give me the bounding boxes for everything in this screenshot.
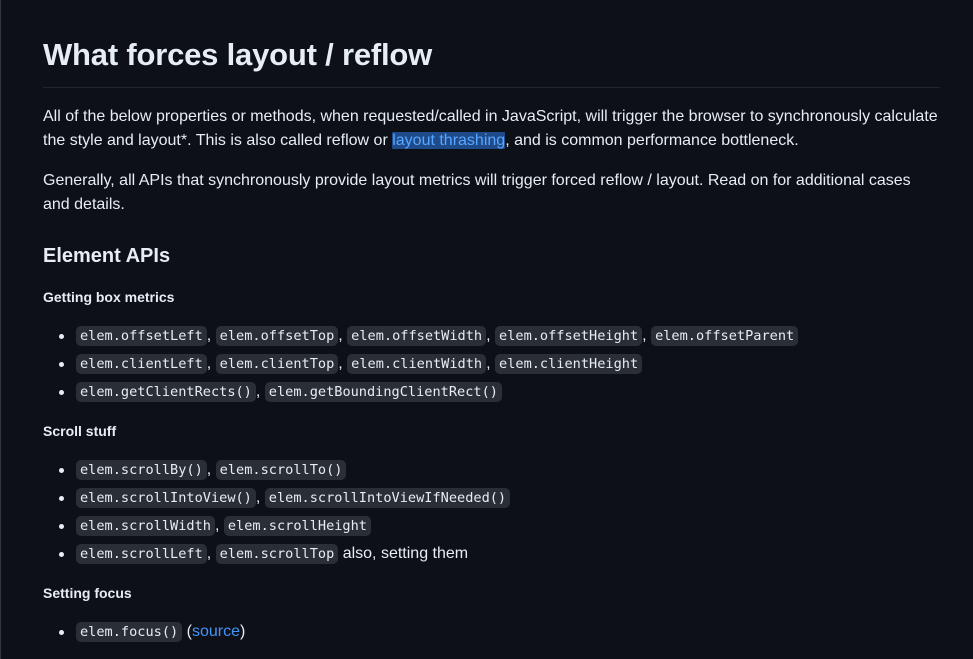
bullet-icon <box>59 552 64 557</box>
markdown-body: What forces layout / reflow All of the b… <box>43 0 940 646</box>
page-left-border <box>0 0 1 659</box>
code-span: elem.scrollTop <box>215 544 339 564</box>
bullet-icon <box>59 496 64 501</box>
code-span: elem.focus() <box>76 622 183 642</box>
source-link[interactable]: source <box>192 623 240 640</box>
code-span: elem.clientWidth <box>347 354 487 374</box>
setting-focus-list: elem.focus() (source) <box>43 618 940 646</box>
code-span: elem.clientLeft <box>76 354 207 374</box>
paren-close: ) <box>240 623 246 640</box>
separator-comma: , <box>206 355 212 372</box>
code-span: elem.offsetLeft <box>76 326 207 346</box>
separator-comma: , <box>206 545 212 562</box>
element-apis-heading: Element APIs <box>43 245 171 267</box>
separator-comma: , <box>206 327 212 344</box>
code-span: elem.offsetTop <box>215 326 339 346</box>
code-span: elem.offsetParent <box>651 326 799 346</box>
separator-comma: , <box>338 327 343 344</box>
list-item: elem.offsetLeft, elem.offsetTop, elem.of… <box>43 322 940 350</box>
bullet-icon <box>59 468 64 473</box>
code-span: elem.scrollBy() <box>76 460 207 480</box>
scroll-stuff-list: elem.scrollBy(), elem.scrollTo() elem.scr… <box>43 456 940 568</box>
code-span: elem.clientHeight <box>495 354 643 374</box>
code-span: elem.getBoundingClientRect() <box>264 382 502 402</box>
page-title: What forces layout / reflow <box>43 0 940 88</box>
code-span: elem.offsetHeight <box>495 326 643 346</box>
intro-paragraph: All of the below properties or methods, … <box>43 105 940 153</box>
box-metrics-list: elem.offsetLeft, elem.offsetTop, elem.of… <box>43 322 940 406</box>
code-span: elem.offsetWidth <box>347 326 487 346</box>
code-span: elem.clientTop <box>215 354 339 374</box>
code-span: elem.scrollLeft <box>76 544 207 564</box>
list-item: elem.scrollLeft, elem.scrollTop also, se… <box>43 540 940 568</box>
list-item: elem.getClientRects(), elem.getBoundingC… <box>43 378 940 406</box>
list-item: elem.scrollBy(), elem.scrollTo() <box>43 456 940 484</box>
code-span: elem.scrollTo() <box>215 460 347 480</box>
code-span: elem.scrollWidth <box>76 516 215 536</box>
scroll-stuff-heading: Scroll stuff <box>43 423 117 439</box>
scroll-note: also, setting them <box>342 545 469 562</box>
layout-thrashing-link[interactable]: layout thrashing <box>392 132 506 149</box>
list-item: elem.focus() (source) <box>43 618 940 646</box>
code-span: elem.getClientRects() <box>76 382 256 402</box>
setting-focus-heading: Setting focus <box>43 585 132 601</box>
bullet-icon <box>59 524 64 529</box>
code-span: elem.scrollHeight <box>223 516 371 536</box>
list-item: elem.scrollWidth, elem.scrollHeight <box>43 512 940 540</box>
bullet-icon <box>59 390 64 395</box>
list-item: elem.scrollIntoView(), elem.scrollIntoVi… <box>43 484 940 512</box>
general-paragraph: Generally, all APIs that synchronously p… <box>43 172 911 213</box>
code-span: elem.scrollIntoViewIfNeeded() <box>264 488 511 508</box>
separator-comma: , <box>206 461 212 478</box>
separator-comma: , <box>255 383 261 400</box>
separator-comma: , <box>338 355 343 372</box>
separator-comma: , <box>486 327 491 344</box>
intro-text-after: , and is common performance bottleneck. <box>505 132 799 149</box>
bullet-icon <box>59 362 64 367</box>
box-metrics-heading: Getting box metrics <box>43 289 175 305</box>
code-span: elem.scrollIntoView() <box>76 488 256 508</box>
list-item: elem.clientLeft, elem.clientTop, elem.cl… <box>43 350 940 378</box>
separator-comma: , <box>486 355 491 372</box>
separator-comma: , <box>214 517 220 534</box>
separator-comma: , <box>642 327 647 344</box>
separator-comma: , <box>255 489 261 506</box>
bullet-icon <box>59 334 64 339</box>
bullet-icon <box>59 630 64 635</box>
